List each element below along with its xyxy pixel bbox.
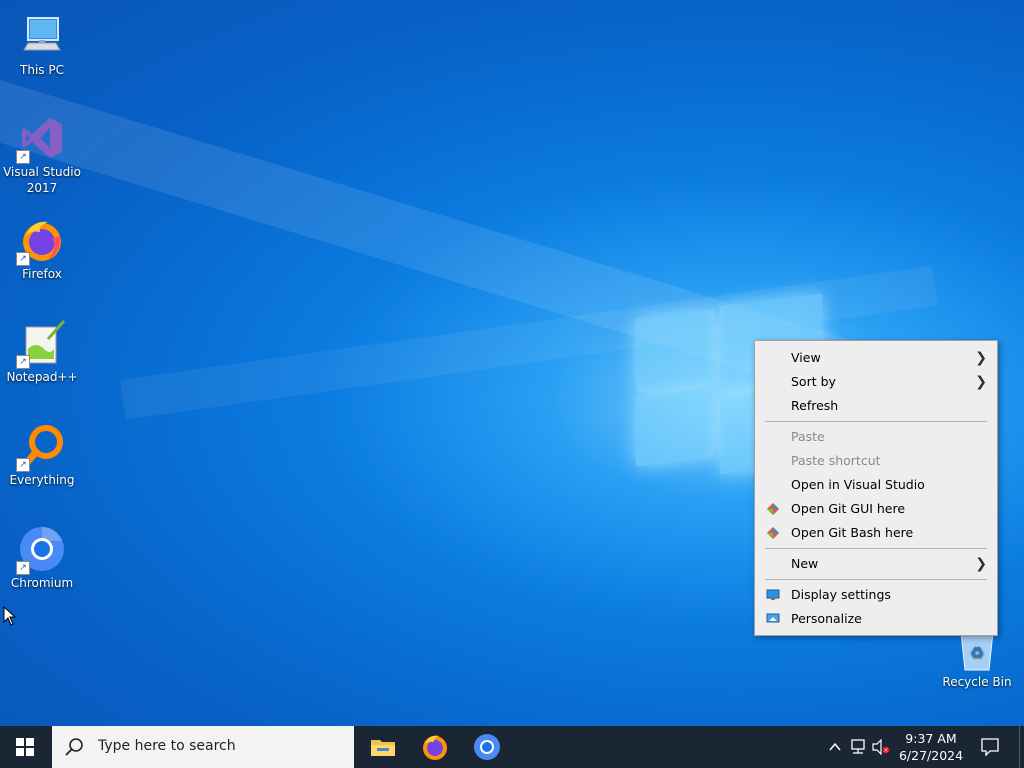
- menu-item-new[interactable]: New ❯: [755, 552, 997, 576]
- shortcut-arrow-icon: ↗: [16, 150, 30, 164]
- show-desktop-button[interactable]: [1019, 726, 1024, 768]
- menu-item-label: Sort by: [791, 374, 836, 389]
- firefox-icon: [423, 735, 447, 760]
- everything-search-icon: ↗: [16, 422, 66, 472]
- desktop-icon-label: Chromium: [10, 576, 74, 590]
- computer-icon: [18, 12, 66, 60]
- chevron-right-icon: ❯: [975, 374, 987, 390]
- desktop-icon-label: Notepad++: [6, 370, 78, 384]
- menu-item-open-git-bash[interactable]: Open Git Bash here: [755, 521, 997, 545]
- taskbar: Type here to search × 9:37 AM 6/27/2024: [0, 726, 1024, 768]
- taskbar-app-chromium[interactable]: [472, 732, 502, 762]
- taskbar-search-box[interactable]: Type here to search: [52, 726, 354, 768]
- desktop-icon-label: Visual Studio 2017: [3, 165, 81, 195]
- chevron-right-icon: ❯: [975, 556, 987, 572]
- menu-item-label: View: [791, 350, 821, 365]
- shortcut-arrow-icon: ↗: [16, 561, 30, 575]
- taskbar-clock[interactable]: 9:37 AM 6/27/2024: [890, 730, 972, 764]
- menu-separator: [765, 548, 987, 549]
- menu-item-label: Personalize: [791, 611, 862, 626]
- desktop-icon-label: Everything: [9, 473, 75, 487]
- menu-item-label: Open Git Bash here: [791, 525, 914, 540]
- desktop-icon-chromium[interactable]: ↗ Chromium: [0, 517, 84, 591]
- menu-separator: [765, 579, 987, 580]
- menu-item-label: Refresh: [791, 398, 839, 413]
- menu-item-refresh[interactable]: Refresh: [755, 394, 997, 418]
- notepad-plus-plus-icon: ↗: [16, 319, 66, 369]
- desktop-context-menu: View ❯ Sort by ❯ Refresh Paste Paste sho…: [754, 340, 998, 636]
- network-icon[interactable]: [850, 739, 868, 755]
- desktop-icon-this-pc[interactable]: This PC: [0, 4, 84, 78]
- action-center-button[interactable]: [976, 726, 1004, 768]
- clock-date: 6/27/2024: [898, 748, 964, 763]
- notification-icon: [981, 738, 999, 756]
- menu-item-personalize[interactable]: Personalize: [755, 607, 997, 631]
- menu-separator: [765, 421, 987, 422]
- menu-item-paste[interactable]: Paste: [755, 425, 997, 449]
- menu-item-sort-by[interactable]: Sort by ❯: [755, 370, 997, 394]
- desktop-icon-notepad-plus-plus[interactable]: ↗ Notepad++: [0, 311, 84, 385]
- svg-text:×: ×: [883, 747, 888, 754]
- svg-text:♻: ♻: [970, 643, 984, 662]
- system-tray: ×: [826, 726, 890, 768]
- desktop-icon-everything[interactable]: ↗ Everything: [0, 414, 84, 488]
- firefox-icon: ↗: [16, 216, 66, 266]
- desktop-icon-visual-studio[interactable]: ↗ Visual Studio 2017: [0, 106, 84, 196]
- volume-muted-icon[interactable]: ×: [872, 739, 890, 755]
- menu-item-open-git-gui[interactable]: Open Git GUI here: [755, 497, 997, 521]
- menu-item-label: Open in Visual Studio: [791, 477, 925, 492]
- taskbar-app-firefox[interactable]: [420, 732, 450, 762]
- desktop-icon-label: This PC: [20, 63, 64, 77]
- menu-item-paste-shortcut[interactable]: Paste shortcut: [755, 449, 997, 473]
- chevron-up-icon[interactable]: [828, 740, 842, 754]
- mouse-cursor-icon: [3, 606, 17, 626]
- menu-item-label: Open Git GUI here: [791, 501, 906, 516]
- menu-item-display-settings[interactable]: Display settings: [755, 583, 997, 607]
- chromium-icon: ↗: [16, 525, 66, 575]
- display-settings-icon: [766, 589, 780, 600]
- menu-item-label: Paste: [791, 429, 825, 444]
- chromium-icon: [474, 734, 500, 760]
- desktop-icon-label: Firefox: [22, 267, 62, 281]
- search-icon: [65, 738, 83, 756]
- menu-item-label: Display settings: [791, 587, 891, 602]
- git-icon: [767, 527, 779, 539]
- menu-item-view[interactable]: View ❯: [755, 346, 997, 370]
- menu-item-label: Paste shortcut: [791, 453, 881, 468]
- desktop-icon-label: Recycle Bin: [942, 675, 1012, 689]
- clock-time: 9:37 AM: [905, 731, 957, 746]
- chevron-right-icon: ❯: [975, 350, 987, 366]
- search-placeholder: Type here to search: [98, 738, 236, 754]
- menu-item-open-in-visual-studio[interactable]: Open in Visual Studio: [755, 473, 997, 497]
- file-explorer-icon: [371, 740, 395, 756]
- shortcut-arrow-icon: ↗: [16, 252, 30, 266]
- personalize-icon: [766, 613, 780, 623]
- start-button[interactable]: [0, 726, 50, 768]
- windows-logo-icon: [16, 738, 34, 756]
- shortcut-arrow-icon: ↗: [16, 355, 30, 369]
- git-icon: [767, 503, 779, 515]
- taskbar-app-file-explorer[interactable]: [368, 732, 398, 762]
- shortcut-arrow-icon: ↗: [16, 458, 30, 472]
- visual-studio-icon: ↗: [16, 114, 66, 164]
- menu-item-label: New: [791, 556, 819, 571]
- desktop-icon-firefox[interactable]: ↗ Firefox: [0, 208, 84, 282]
- desktop-icon-recycle-bin[interactable]: ♻ Recycle Bin: [940, 628, 1014, 689]
